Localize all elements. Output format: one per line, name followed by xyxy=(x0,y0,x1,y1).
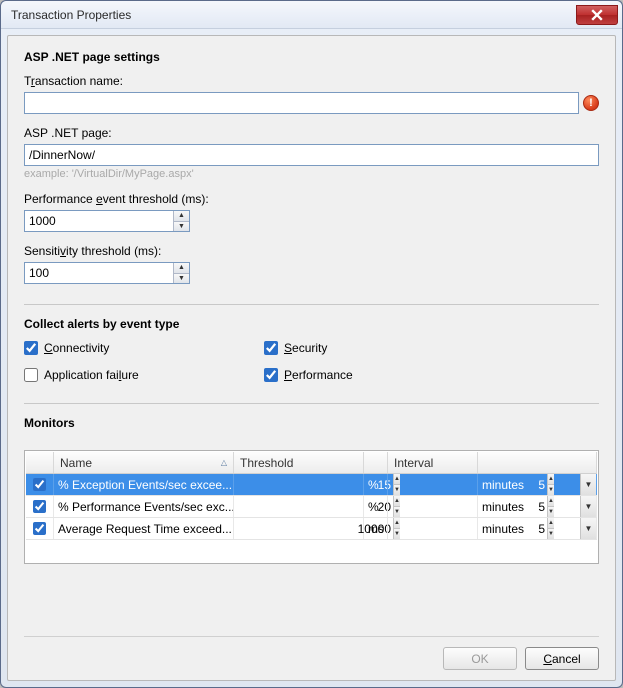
sensitivity-field[interactable] xyxy=(25,263,173,283)
connectivity-check-input[interactable] xyxy=(24,341,38,355)
transaction-name-input[interactable] xyxy=(24,92,579,114)
row-threshold[interactable]: ▲▼ xyxy=(234,474,364,495)
monitors-header-row: Name △ Threshold Interval xyxy=(26,452,597,474)
monitors-body: % Exception Events/sec excee...▲▼%▲▼minu… xyxy=(26,474,597,562)
row-checkbox[interactable] xyxy=(33,500,46,513)
page-settings-heading: ASP .NET page settings xyxy=(24,50,599,64)
security-check-input[interactable] xyxy=(264,341,278,355)
monitors-table: Name △ Threshold Interval % Exception Ev… xyxy=(24,450,599,564)
asp-page-label: ASP .NET page: xyxy=(24,126,599,140)
spin-down-icon[interactable]: ▼ xyxy=(174,222,189,232)
row-interval-unit[interactable]: minutes▼ xyxy=(478,518,597,539)
row-threshold-unit: % xyxy=(364,474,388,495)
row-threshold-unit: % xyxy=(364,496,388,517)
perf-threshold-input[interactable]: ▲ ▼ xyxy=(24,210,190,232)
performance-check-input[interactable] xyxy=(264,368,278,382)
spin-up-icon[interactable]: ▲ xyxy=(174,263,189,274)
security-checkbox[interactable]: Security xyxy=(264,341,327,355)
chevron-down-icon[interactable]: ▼ xyxy=(580,496,596,517)
row-name: % Exception Events/sec excee... xyxy=(54,474,234,495)
col-interval-unit[interactable] xyxy=(478,452,597,473)
table-row[interactable]: % Performance Events/sec exc...▲▼%▲▼minu… xyxy=(26,496,597,518)
row-checkbox-cell xyxy=(26,474,54,495)
row-name: Average Request Time exceed... xyxy=(54,518,234,539)
row-checkbox-cell xyxy=(26,496,54,517)
spin-down-icon[interactable]: ▼ xyxy=(174,274,189,284)
divider xyxy=(24,304,599,305)
dialog-footer: OK Cancel xyxy=(24,636,599,670)
row-checkbox-cell xyxy=(26,518,54,539)
row-threshold-unit: ms xyxy=(364,518,388,539)
performance-checkbox[interactable]: Performance xyxy=(264,368,353,382)
chevron-down-icon[interactable]: ▼ xyxy=(580,474,596,495)
table-row[interactable]: % Exception Events/sec excee...▲▼%▲▼minu… xyxy=(26,474,597,496)
spin-up-icon[interactable]: ▲ xyxy=(174,211,189,222)
sort-asc-icon: △ xyxy=(221,458,227,467)
ok-button[interactable]: OK xyxy=(443,647,517,670)
col-checkbox[interactable] xyxy=(26,452,54,473)
row-threshold[interactable]: ▲▼ xyxy=(234,496,364,517)
sensitivity-label: Sensitivity threshold (ms): xyxy=(24,244,599,258)
error-icon: ! xyxy=(583,95,599,111)
col-interval[interactable]: Interval xyxy=(388,452,478,473)
close-button[interactable] xyxy=(576,5,618,25)
row-name: % Performance Events/sec exc... xyxy=(54,496,234,517)
dialog-window: Transaction Properties ASP .NET page set… xyxy=(0,0,623,688)
perf-threshold-field[interactable] xyxy=(25,211,173,231)
close-icon xyxy=(591,9,603,21)
dialog-content: ASP .NET page settings Transaction name:… xyxy=(7,35,616,681)
divider xyxy=(24,403,599,404)
row-interval[interactable]: ▲▼ xyxy=(388,474,478,495)
transaction-name-label: Transaction name: xyxy=(24,74,599,88)
row-interval-unit[interactable]: minutes▼ xyxy=(478,474,597,495)
window-title: Transaction Properties xyxy=(11,8,576,22)
col-threshold-unit[interactable] xyxy=(364,452,388,473)
app-failure-check-input[interactable] xyxy=(24,368,38,382)
row-checkbox[interactable] xyxy=(33,478,46,491)
app-failure-checkbox[interactable]: Application failure xyxy=(24,368,139,382)
row-checkbox[interactable] xyxy=(33,522,46,535)
table-row[interactable]: Average Request Time exceed...▲▼ms▲▼minu… xyxy=(26,518,597,540)
collect-alerts-heading: Collect alerts by event type xyxy=(24,317,599,331)
row-interval[interactable]: ▲▼ xyxy=(388,518,478,539)
chevron-down-icon[interactable]: ▼ xyxy=(580,518,596,539)
row-interval[interactable]: ▲▼ xyxy=(388,496,478,517)
col-threshold[interactable]: Threshold xyxy=(234,452,364,473)
sensitivity-input[interactable]: ▲ ▼ xyxy=(24,262,190,284)
connectivity-checkbox[interactable]: Connectivity xyxy=(24,341,109,355)
col-name[interactable]: Name △ xyxy=(54,452,234,473)
asp-page-hint: example: '/VirtualDir/MyPage.aspx' xyxy=(24,168,599,180)
row-threshold[interactable]: ▲▼ xyxy=(234,518,364,539)
row-interval-unit[interactable]: minutes▼ xyxy=(478,496,597,517)
cancel-button[interactable]: Cancel xyxy=(525,647,599,670)
perf-threshold-label: Performance event threshold (ms): xyxy=(24,192,599,206)
asp-page-input[interactable] xyxy=(24,144,599,166)
titlebar[interactable]: Transaction Properties xyxy=(1,1,622,29)
monitors-heading: Monitors xyxy=(24,416,599,430)
